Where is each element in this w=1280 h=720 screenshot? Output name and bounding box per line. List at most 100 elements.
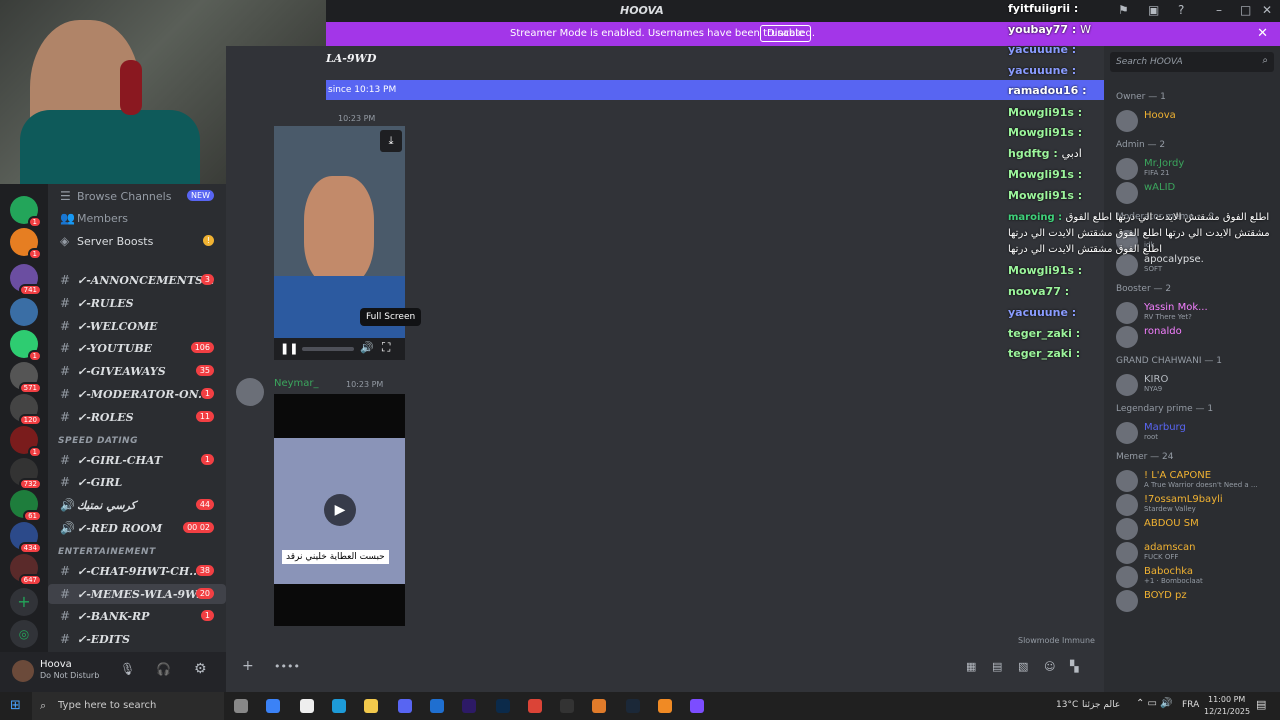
premiere-icon[interactable] bbox=[462, 699, 476, 713]
channel-item[interactable]: 🔊 كرسي نمتيك 44 bbox=[48, 495, 226, 515]
server-icon[interactable]: 741 bbox=[10, 264, 42, 296]
message-author[interactable]: Neymar_ bbox=[274, 378, 319, 389]
channel-item[interactable]: # ✓-WELCOME bbox=[48, 316, 226, 336]
server-icon[interactable]: 120 bbox=[10, 394, 42, 426]
member-item[interactable]: ABDOU SM bbox=[1116, 516, 1280, 540]
member-item[interactable]: ronaldo bbox=[1116, 324, 1280, 348]
message-composer[interactable]: + •••• ▦ ▤ ▧ ☺ ▚ bbox=[236, 656, 1096, 682]
browse-channels[interactable]: ☰ Browse Channels NEW bbox=[48, 186, 226, 206]
channel-item[interactable]: # ✓-ROLES 11 bbox=[48, 407, 226, 427]
search-input[interactable]: Search HOOVA bbox=[1116, 57, 1183, 67]
member-item[interactable]: Yassin Mok... RV There Yet? bbox=[1116, 300, 1280, 324]
member-item[interactable]: Babochka +1 · Bomboclaat bbox=[1116, 564, 1280, 588]
channel-item[interactable]: # ✓-GIRL bbox=[48, 472, 226, 492]
server-icon[interactable]: 732 bbox=[10, 458, 42, 490]
channel-item[interactable]: # ✓-BANK-RP 1 bbox=[48, 606, 226, 626]
task-view-icon[interactable] bbox=[234, 699, 248, 713]
member-item[interactable]: BOYD pz bbox=[1116, 588, 1280, 612]
server-icon[interactable]: 571 bbox=[10, 362, 42, 394]
app-icon[interactable] bbox=[658, 699, 672, 713]
gift-icon[interactable]: ▦ bbox=[966, 660, 976, 673]
screen-icon[interactable]: ▣ bbox=[1148, 3, 1159, 17]
member-item[interactable]: adamscan FUCK OFF bbox=[1116, 540, 1280, 564]
explorer-icon[interactable] bbox=[364, 699, 378, 713]
member-item[interactable]: !7ossamL9bayli Stardew Valley bbox=[1116, 492, 1280, 516]
server-icon[interactable]: 647 bbox=[10, 554, 42, 586]
category-header[interactable]: SPEED DATING bbox=[58, 436, 138, 446]
maximize-icon[interactable]: □ bbox=[1240, 3, 1251, 17]
discover-icon[interactable]: ◎ bbox=[10, 620, 38, 648]
twitch-icon[interactable] bbox=[690, 699, 704, 713]
channel-item[interactable]: # ✓-GIVEAWAYS 35 bbox=[48, 361, 226, 381]
server-icon[interactable] bbox=[10, 298, 38, 326]
photoshop-icon[interactable] bbox=[496, 699, 510, 713]
server-icon[interactable]: 1 bbox=[10, 426, 42, 458]
search-input[interactable]: Type here to search bbox=[58, 700, 156, 711]
language-indicator[interactable]: FRA bbox=[1182, 700, 1199, 710]
progress-bar[interactable] bbox=[302, 347, 354, 351]
category-header[interactable]: ENTERTAINEMENT bbox=[58, 547, 156, 557]
search-box[interactable]: Search HOOVA ⌕ bbox=[1110, 52, 1274, 72]
server-icon[interactable]: 61 bbox=[10, 490, 42, 522]
taskbar-search[interactable]: ⌕ Type here to search bbox=[32, 692, 224, 720]
channel-item[interactable]: 🔊 ✓-RED ROOM 00 02 bbox=[48, 518, 226, 538]
server-icon[interactable]: 1 bbox=[10, 330, 42, 362]
add-server-icon[interactable]: + bbox=[10, 588, 38, 616]
gif-icon[interactable]: ▤ bbox=[992, 660, 1002, 673]
video-player[interactable]: ▶ حبست العطاية خليني نرقد bbox=[274, 394, 405, 626]
emoji-icon[interactable]: ☺ bbox=[1044, 660, 1055, 673]
server-icon[interactable]: 1 bbox=[10, 228, 42, 260]
member-item[interactable]: KIRO NYA9 bbox=[1116, 372, 1280, 396]
play-icon[interactable]: ▶ bbox=[324, 494, 356, 526]
channel-item[interactable]: # ✓-ANNONCEMENTS... 3 bbox=[48, 270, 226, 290]
volume-icon[interactable]: 🔊 bbox=[360, 341, 374, 354]
close-window-icon[interactable]: ✕ bbox=[1262, 3, 1272, 17]
close-banner-icon[interactable]: ✕ bbox=[1257, 26, 1268, 41]
edge-icon[interactable] bbox=[332, 699, 346, 713]
server-icon[interactable]: 1 bbox=[10, 196, 42, 228]
notification-icon[interactable]: ▤ bbox=[1256, 698, 1266, 711]
channel-item[interactable]: # ✓-EDITS bbox=[48, 629, 226, 649]
mic-icon[interactable]: 🎙 bbox=[120, 662, 135, 676]
sticker-icon[interactable]: ▧ bbox=[1018, 660, 1028, 673]
members-link[interactable]: 👥 Members bbox=[48, 208, 226, 228]
server-boosts[interactable]: ◈ Server Boosts ! bbox=[48, 231, 226, 251]
channel-item[interactable]: # ✓-YOUTUBE 106 bbox=[48, 338, 226, 358]
member-item[interactable]: Mr.Jordy FIFA 21 bbox=[1116, 156, 1280, 180]
settings-icon[interactable]: ⚙ bbox=[194, 661, 207, 677]
channel-item[interactable]: # ✓-GIRL-CHAT 1 bbox=[48, 450, 226, 470]
clock-date[interactable]: 12/21/2025 bbox=[1204, 707, 1250, 716]
channel-item[interactable]: # ✓-MEMES-WLA-9W... 20 bbox=[48, 583, 226, 604]
apps-icon[interactable]: •••• bbox=[274, 660, 300, 673]
app-icon[interactable] bbox=[592, 699, 606, 713]
obs-icon[interactable] bbox=[560, 699, 574, 713]
member-item[interactable]: Hoova bbox=[1116, 108, 1280, 132]
pause-icon[interactable]: ❚❚ bbox=[280, 342, 298, 355]
new-messages-bar[interactable]: since 10:13 PM bbox=[326, 80, 1104, 100]
clock-time[interactable]: 11:00 PM bbox=[1208, 695, 1245, 704]
channel-item[interactable]: # ✓-MODERATOR-ON... 1 bbox=[48, 384, 226, 404]
minimize-icon[interactable]: – bbox=[1216, 3, 1222, 17]
disable-button[interactable]: Disable bbox=[760, 25, 812, 42]
news-widget[interactable]: عالم جزئنا bbox=[1082, 700, 1120, 710]
windows-start-icon[interactable]: ⊞ bbox=[10, 698, 21, 713]
channel-item[interactable]: # ✓-RULES bbox=[48, 293, 226, 313]
help-icon[interactable]: ? bbox=[1178, 3, 1184, 17]
member-item[interactable]: idk bbox=[1116, 228, 1280, 252]
member-item[interactable]: Marburg root bbox=[1116, 420, 1280, 444]
add-attachment-icon[interactable]: + bbox=[242, 658, 254, 674]
steam-icon[interactable] bbox=[626, 699, 640, 713]
tray-icons[interactable]: ⌃ ▭ 🔊 bbox=[1136, 698, 1173, 709]
headset-icon[interactable]: 🎧 bbox=[156, 662, 171, 676]
chrome-icon[interactable] bbox=[528, 699, 542, 713]
avatar[interactable] bbox=[236, 378, 264, 406]
discord-icon[interactable] bbox=[398, 699, 412, 713]
fullscreen-icon[interactable]: ⛶ bbox=[382, 340, 390, 355]
server-icon[interactable]: 434 bbox=[10, 522, 42, 554]
apps-grid-icon[interactable]: ▚ bbox=[1070, 660, 1078, 673]
download-icon[interactable]: ⤓ bbox=[380, 130, 402, 152]
member-item[interactable]: ! L'A CAPONE A True Warrior doesn't Need … bbox=[1116, 468, 1280, 492]
member-item[interactable]: apocalypse. SOFT bbox=[1116, 252, 1280, 276]
store-icon[interactable] bbox=[266, 699, 280, 713]
mail-icon[interactable] bbox=[430, 699, 444, 713]
